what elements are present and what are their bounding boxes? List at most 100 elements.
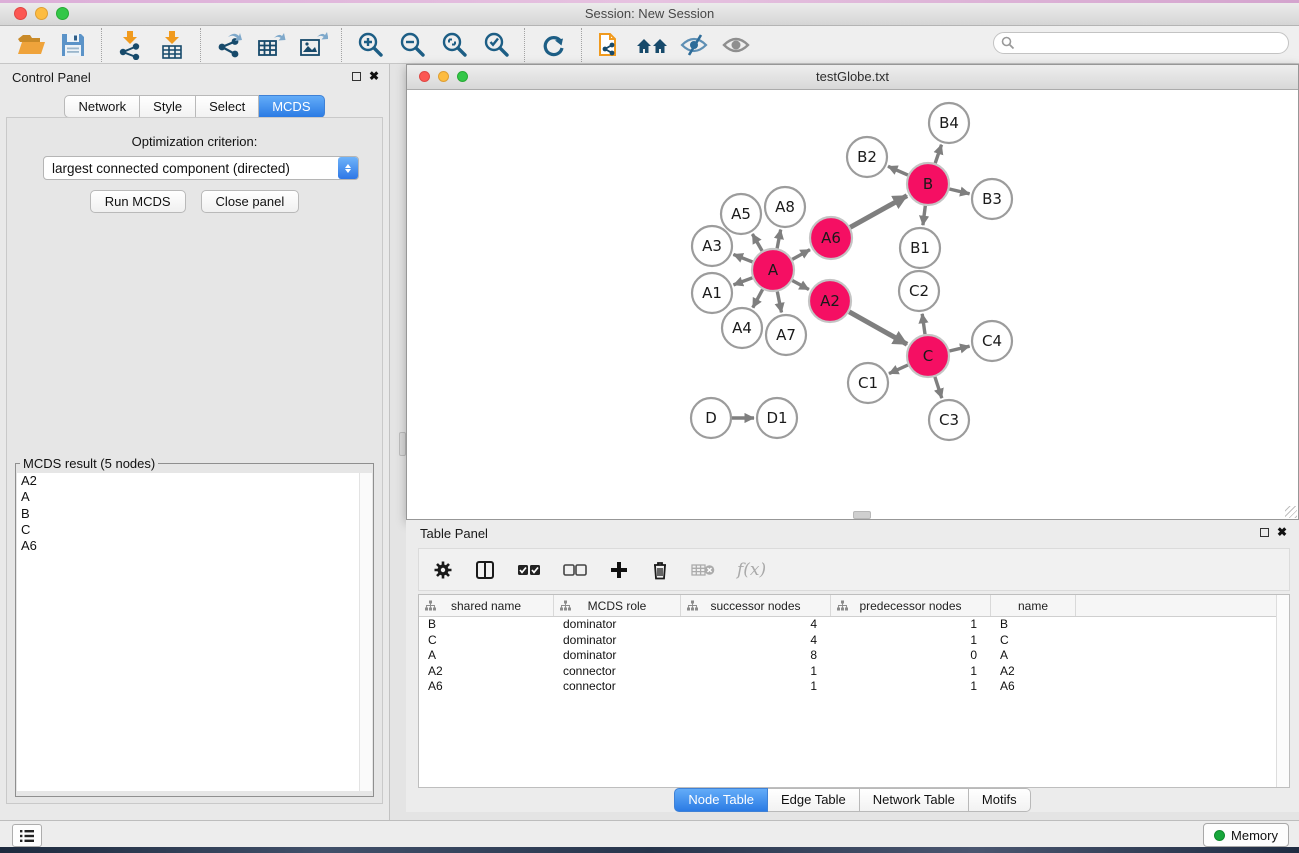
graph-edge-A-A2[interactable] — [792, 281, 809, 290]
graph-edge-A-A5[interactable] — [752, 234, 762, 251]
function-builder-button[interactable]: f(x) — [737, 560, 766, 580]
close-panel-button[interactable]: Close panel — [201, 190, 300, 213]
table-cell[interactable]: A6 — [419, 679, 554, 695]
graph-node-A7[interactable]: A7 — [766, 315, 806, 355]
search-input[interactable] — [993, 32, 1289, 54]
mcds-result-item[interactable]: B — [17, 506, 372, 522]
table-cell[interactable]: dominator — [554, 648, 681, 664]
delete-table-button[interactable] — [691, 562, 715, 578]
mcds-result-item[interactable]: A6 — [17, 538, 372, 554]
mcds-result-scrollbar[interactable] — [359, 473, 372, 791]
column-header-name[interactable]: name — [991, 595, 1076, 616]
column-header-shared-name[interactable]: shared name — [419, 595, 554, 616]
graph-node-A3[interactable]: A3 — [692, 226, 732, 266]
table-cell[interactable]: connector — [554, 679, 681, 695]
graph-node-C[interactable]: C — [907, 335, 949, 377]
table-scrollbar[interactable] — [1276, 595, 1289, 787]
table-cell[interactable]: A2 — [419, 664, 554, 680]
graph-edge-C-C3[interactable] — [935, 377, 942, 398]
close-panel-icon[interactable]: ✖ — [369, 72, 379, 81]
criterion-dropdown[interactable]: largest connected component (directed) — [43, 156, 359, 180]
add-column-button[interactable] — [609, 560, 629, 580]
graph-node-A5[interactable]: A5 — [721, 194, 761, 234]
float-table-panel-icon[interactable] — [1260, 528, 1269, 537]
canvas-h-scrollbar[interactable] — [853, 511, 871, 519]
table-cell[interactable]: 1 — [831, 633, 991, 649]
deselect-all-button[interactable] — [563, 563, 587, 577]
zoom-fit-button[interactable] — [433, 28, 475, 62]
table-cell[interactable]: dominator — [554, 633, 681, 649]
tab-mcds[interactable]: MCDS — [259, 95, 324, 118]
save-session-button[interactable] — [52, 28, 94, 62]
import-network-button[interactable] — [109, 28, 151, 62]
table-cell[interactable]: dominator — [554, 617, 681, 633]
export-image-button[interactable] — [292, 28, 334, 62]
tab-network[interactable]: Network — [64, 95, 140, 118]
table-row[interactable]: A2connector11A2 — [419, 664, 1289, 680]
graph-node-A6[interactable]: A6 — [810, 217, 852, 259]
graph-node-A8[interactable]: A8 — [765, 187, 805, 227]
table-cell[interactable]: B — [419, 617, 554, 633]
graph-node-C1[interactable]: C1 — [848, 363, 888, 403]
table-cell[interactable]: 1 — [681, 664, 831, 680]
table-cell[interactable]: 1 — [831, 617, 991, 633]
tab-select[interactable]: Select — [196, 95, 259, 118]
table-cell[interactable]: A — [991, 648, 1076, 664]
hide-graphics-details-button[interactable] — [673, 28, 715, 62]
network-window-titlebar[interactable]: testGlobe.txt — [407, 65, 1298, 90]
graph-node-A2[interactable]: A2 — [809, 280, 851, 322]
graph-edge-B-B4[interactable] — [935, 145, 941, 164]
table-cell[interactable]: B — [991, 617, 1076, 633]
table-row[interactable]: A6connector11A6 — [419, 679, 1289, 695]
table-cell[interactable]: 1 — [831, 664, 991, 680]
graph-edge-A2-C[interactable] — [849, 312, 907, 345]
run-mcds-button[interactable]: Run MCDS — [90, 190, 186, 213]
table-cell[interactable]: 8 — [681, 648, 831, 664]
table-cell[interactable]: A6 — [991, 679, 1076, 695]
tab-node-table[interactable]: Node Table — [674, 788, 768, 812]
select-all-button[interactable] — [517, 563, 541, 577]
task-history-button[interactable] — [12, 824, 42, 847]
graph-node-C4[interactable]: C4 — [972, 321, 1012, 361]
graph-edge-B-B1[interactable] — [923, 206, 925, 225]
home-button[interactable] — [631, 28, 673, 62]
graph-node-A[interactable]: A — [752, 249, 794, 291]
graph-edge-A-A7[interactable] — [777, 292, 781, 313]
table-row[interactable]: Adominator80A — [419, 648, 1289, 664]
table-settings-button[interactable] — [433, 560, 453, 580]
network-canvas[interactable]: B4B2BB3B1A5A8A6A3AA1A2C2A4A7C4CC1C3DD1 — [407, 90, 1298, 519]
zoom-out-button[interactable] — [391, 28, 433, 62]
show-column-button[interactable] — [475, 560, 495, 580]
column-header-successor-nodes[interactable]: successor nodes — [681, 595, 831, 616]
graph-node-B4[interactable]: B4 — [929, 103, 969, 143]
export-table-button[interactable] — [250, 28, 292, 62]
graph-edge-A-A4[interactable] — [753, 289, 763, 307]
memory-button[interactable]: Memory — [1203, 823, 1289, 847]
graph-edge-C-C4[interactable] — [949, 346, 969, 351]
table-cell[interactable]: A2 — [991, 664, 1076, 680]
mcds-result-item[interactable]: C — [17, 522, 372, 538]
delete-column-button[interactable] — [651, 560, 669, 580]
graph-node-A1[interactable]: A1 — [692, 273, 732, 313]
open-session-button[interactable] — [10, 28, 52, 62]
graph-edge-A-A1[interactable] — [734, 278, 753, 285]
graph-node-B1[interactable]: B1 — [900, 228, 940, 268]
graph-node-C2[interactable]: C2 — [899, 271, 939, 311]
table-cell[interactable]: 4 — [681, 617, 831, 633]
graph-edge-C-C2[interactable] — [922, 314, 925, 334]
graph-edge-A-A8[interactable] — [777, 230, 781, 249]
graph-edge-C-C1[interactable] — [889, 365, 908, 374]
table-cell[interactable]: 4 — [681, 633, 831, 649]
column-header-MCDS-role[interactable]: MCDS role — [554, 595, 681, 616]
float-panel-icon[interactable] — [352, 72, 361, 81]
graph-node-B[interactable]: B — [907, 163, 949, 205]
zoom-selected-button[interactable] — [475, 28, 517, 62]
graph-edge-A-A3[interactable] — [733, 254, 752, 262]
tab-network-table[interactable]: Network Table — [860, 788, 969, 812]
graph-edge-B-B2[interactable] — [888, 166, 908, 175]
graph-edge-A-A6[interactable] — [792, 250, 810, 260]
graph-edge-B-B3[interactable] — [949, 189, 969, 194]
table-cell[interactable]: 1 — [831, 679, 991, 695]
export-network-button[interactable] — [208, 28, 250, 62]
tab-motifs[interactable]: Motifs — [969, 788, 1031, 812]
